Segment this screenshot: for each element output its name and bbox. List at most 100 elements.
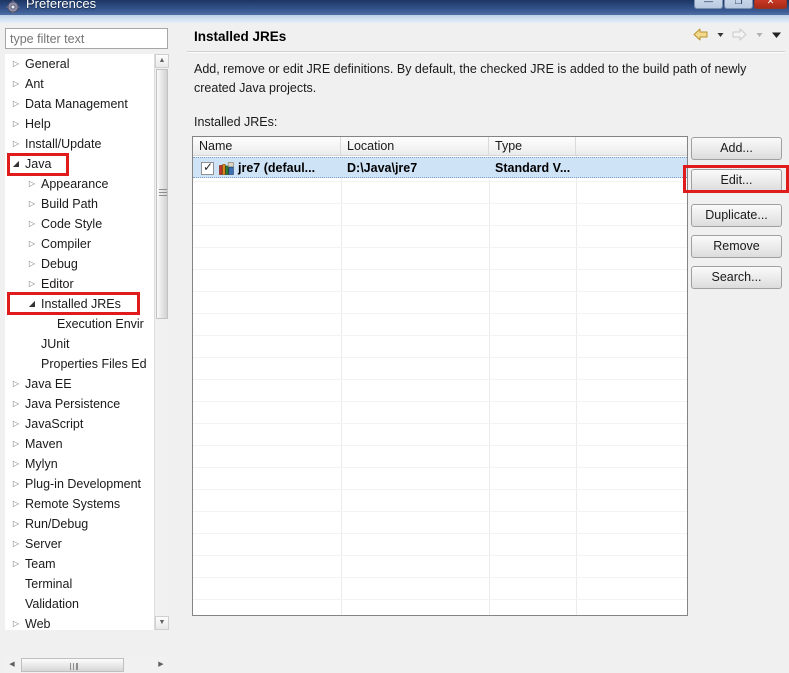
sidebar-item-label: Web xyxy=(25,614,50,630)
minimize-button[interactable]: — xyxy=(694,0,723,9)
tree-expand-arrow-right-icon[interactable]: ▷ xyxy=(9,134,23,154)
jre-enabled-checkbox[interactable] xyxy=(201,162,214,175)
tree-expand-arrow-right-icon[interactable]: ▷ xyxy=(9,454,23,474)
tree-expand-arrow-right-icon[interactable]: ▷ xyxy=(9,374,23,394)
sidebar-item-build-path[interactable]: ▷Build Path xyxy=(5,194,168,214)
scroll-down-icon[interactable]: ▼ xyxy=(155,616,169,630)
sidebar-item-label: JavaScript xyxy=(25,414,83,434)
remove-button[interactable]: Remove xyxy=(691,235,782,258)
page-menu-chevron-down-icon[interactable] xyxy=(770,27,783,47)
tree-expand-arrow-right-icon[interactable]: ▷ xyxy=(9,514,23,534)
sidebar-item-label: Java xyxy=(25,154,51,174)
edit-button[interactable]: Edit... xyxy=(691,169,782,192)
sidebar-item-editor[interactable]: ▷Editor xyxy=(5,274,168,294)
sidebar-item-label: Remote Systems xyxy=(25,494,120,514)
tree-expand-arrow-down-icon[interactable]: ◢ xyxy=(25,294,39,314)
tree-expand-arrow-right-icon[interactable]: ▷ xyxy=(25,174,39,194)
search-button[interactable]: Search... xyxy=(691,266,782,289)
sidebar-item-web[interactable]: ▷Web xyxy=(5,614,168,630)
sidebar-item-javascript[interactable]: ▷JavaScript xyxy=(5,414,168,434)
tree-expand-arrow-right-icon[interactable]: ▷ xyxy=(25,274,39,294)
tree-vertical-scrollbar[interactable]: ▲ ▼ xyxy=(154,54,168,630)
tree-expand-arrow-right-icon[interactable]: ▷ xyxy=(9,474,23,494)
preferences-tree[interactable]: ▷General▷Ant▷Data Management▷Help▷Instal… xyxy=(5,54,168,630)
sidebar-item-java-ee[interactable]: ▷Java EE xyxy=(5,374,168,394)
sidebar-item-label: Build Path xyxy=(41,194,98,214)
sidebar-item-remote-systems[interactable]: ▷Remote Systems xyxy=(5,494,168,514)
sidebar-item-java[interactable]: ◢Java xyxy=(5,154,168,174)
maximize-button[interactable]: ❐ xyxy=(724,0,753,9)
column-header-name[interactable]: Name xyxy=(193,137,341,156)
title-separator xyxy=(187,51,785,53)
back-arrow-icon[interactable] xyxy=(692,27,709,47)
tree-expand-arrow-right-icon[interactable]: ▷ xyxy=(9,54,23,74)
sidebar-item-label: Appearance xyxy=(41,174,108,194)
sidebar-item-execution-envir[interactable]: Execution Envir xyxy=(5,314,168,334)
title-bar-highlight xyxy=(0,15,789,23)
tree-expand-arrow-right-icon[interactable]: ▷ xyxy=(9,554,23,574)
tree-horizontal-scrollbar-thumb[interactable] xyxy=(21,658,124,672)
tree-expand-arrow-right-icon[interactable]: ▷ xyxy=(9,614,23,630)
cell-name: jre7 (defaul... xyxy=(238,158,315,179)
tree-expand-arrow-down-icon[interactable]: ◢ xyxy=(9,154,23,174)
sidebar-item-team[interactable]: ▷Team xyxy=(5,554,168,574)
tree-expand-arrow-right-icon[interactable]: ▷ xyxy=(9,534,23,554)
sidebar-item-label: Compiler xyxy=(41,234,91,254)
sidebar-item-data-management[interactable]: ▷Data Management xyxy=(5,94,168,114)
scroll-up-icon[interactable]: ▲ xyxy=(155,54,169,68)
sidebar-item-debug[interactable]: ▷Debug xyxy=(5,254,168,274)
sidebar-item-validation[interactable]: Validation xyxy=(5,594,168,614)
back-menu-chevron-down-icon[interactable] xyxy=(716,27,725,47)
tree-expand-arrow-right-icon[interactable]: ▷ xyxy=(9,434,23,454)
tree-expand-arrow-right-icon[interactable]: ▷ xyxy=(25,214,39,234)
close-button[interactable]: ✕ xyxy=(754,0,787,9)
sidebar-item-label: Terminal xyxy=(25,574,72,594)
sidebar-item-label: General xyxy=(25,54,69,74)
add-button[interactable]: Add... xyxy=(691,137,782,160)
tree-expand-arrow-right-icon[interactable]: ▷ xyxy=(9,94,23,114)
column-header-extra[interactable] xyxy=(576,137,687,156)
sidebar-item-label: Team xyxy=(25,554,56,574)
sidebar-item-properties-files-ed[interactable]: Properties Files Ed xyxy=(5,354,168,374)
scroll-right-icon[interactable]: ▶ xyxy=(154,657,168,672)
table-row[interactable]: jre7 (defaul... D:\Java\jre7 Standard V.… xyxy=(193,157,687,178)
sidebar-item-maven[interactable]: ▷Maven xyxy=(5,434,168,454)
tree-expand-arrow-right-icon[interactable]: ▷ xyxy=(9,74,23,94)
sidebar-item-server[interactable]: ▷Server xyxy=(5,534,168,554)
column-header-location[interactable]: Location xyxy=(341,137,489,156)
sidebar-item-junit[interactable]: JUnit xyxy=(5,334,168,354)
sidebar-item-compiler[interactable]: ▷Compiler xyxy=(5,234,168,254)
filter-input[interactable] xyxy=(5,28,168,49)
tree-expand-arrow-right-icon[interactable]: ▷ xyxy=(25,254,39,274)
sidebar-item-general[interactable]: ▷General xyxy=(5,54,168,74)
tree-horizontal-scrollbar[interactable]: ◀ ▶ xyxy=(5,657,168,673)
sidebar-item-install-update[interactable]: ▷Install/Update xyxy=(5,134,168,154)
sidebar-item-code-style[interactable]: ▷Code Style xyxy=(5,214,168,234)
window-title-bar[interactable]: Preferences — ❐ ✕ xyxy=(0,0,789,15)
tree-expand-arrow-right-icon[interactable]: ▷ xyxy=(9,494,23,514)
sidebar-item-terminal[interactable]: Terminal xyxy=(5,574,168,594)
sidebar-item-label: Java Persistence xyxy=(25,394,120,414)
tree-expand-arrow-right-icon[interactable]: ▷ xyxy=(9,114,23,134)
tree-expand-arrow-right-icon[interactable]: ▷ xyxy=(9,414,23,434)
scrollbar-grip-icon xyxy=(70,663,78,670)
page-description: Add, remove or edit JRE definitions. By … xyxy=(194,60,778,98)
sidebar-item-plug-in-development[interactable]: ▷Plug-in Development xyxy=(5,474,168,494)
sidebar-item-installed-jres[interactable]: ◢Installed JREs xyxy=(5,294,168,314)
sidebar-item-java-persistence[interactable]: ▷Java Persistence xyxy=(5,394,168,414)
sidebar-item-ant[interactable]: ▷Ant xyxy=(5,74,168,94)
scroll-left-icon[interactable]: ◀ xyxy=(5,657,19,672)
duplicate-button[interactable]: Duplicate... xyxy=(691,204,782,227)
column-header-type[interactable]: Type xyxy=(489,137,576,156)
tree-vertical-scrollbar-thumb[interactable] xyxy=(156,69,168,319)
jre-library-icon xyxy=(219,162,234,175)
tree-expand-arrow-right-icon[interactable]: ▷ xyxy=(25,234,39,254)
sidebar-item-label: Run/Debug xyxy=(25,514,88,534)
tree-expand-arrow-right-icon[interactable]: ▷ xyxy=(25,194,39,214)
sidebar-item-mylyn[interactable]: ▷Mylyn xyxy=(5,454,168,474)
sidebar-item-help[interactable]: ▷Help xyxy=(5,114,168,134)
installed-jres-table[interactable]: Name Location Type jre7 (defaul... D:\Ja… xyxy=(192,136,688,616)
sidebar-item-appearance[interactable]: ▷Appearance xyxy=(5,174,168,194)
sidebar-item-run-debug[interactable]: ▷Run/Debug xyxy=(5,514,168,534)
tree-expand-arrow-right-icon[interactable]: ▷ xyxy=(9,394,23,414)
